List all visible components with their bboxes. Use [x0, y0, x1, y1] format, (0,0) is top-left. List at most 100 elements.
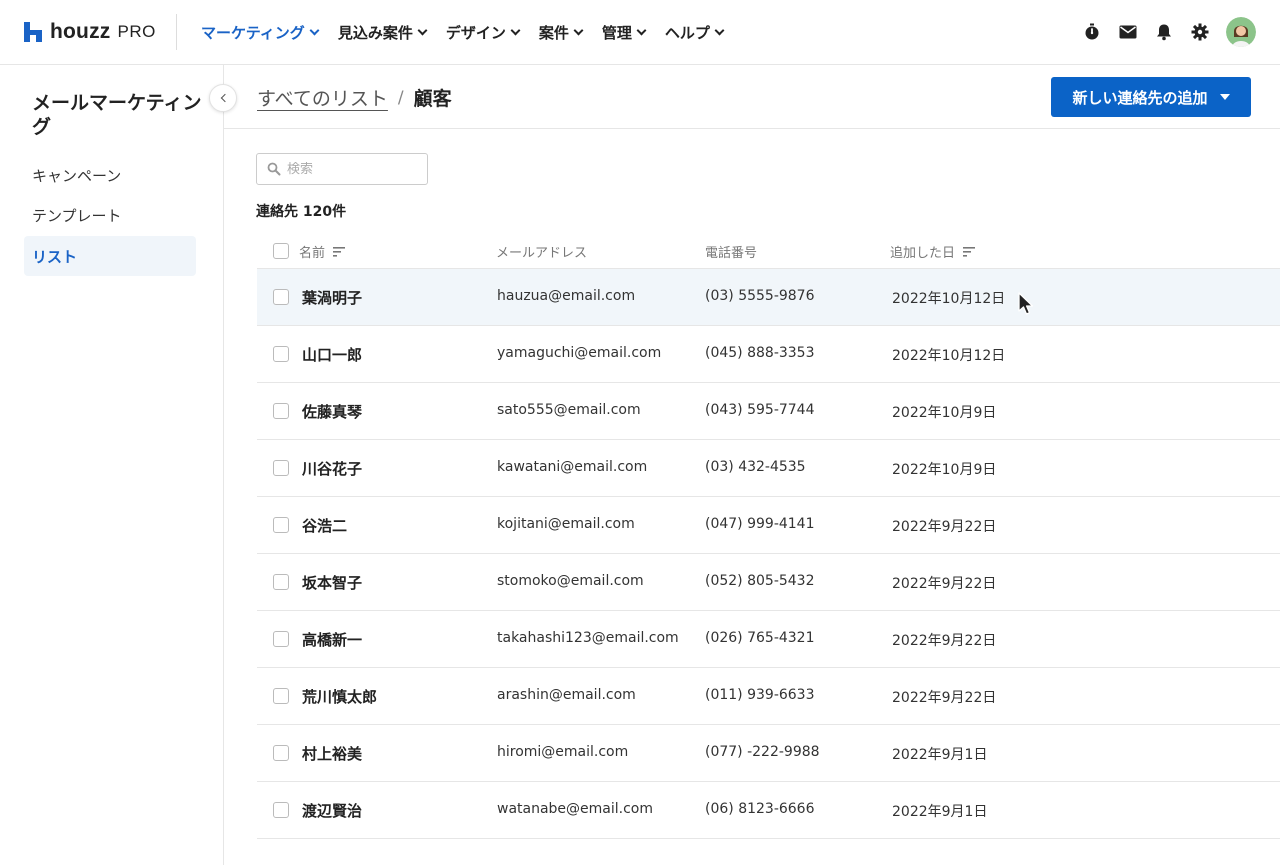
contact-phone: (026) 765-4321: [705, 630, 815, 646]
column-header-label: 追加した日: [890, 246, 956, 261]
contact-name[interactable]: 山口一郎: [302, 344, 362, 365]
contact-date-added: 2022年10月9日: [892, 462, 997, 478]
nav-item-leads[interactable]: 見込み案件: [338, 0, 428, 64]
contact-email: yamaguchi@email.com: [497, 345, 662, 361]
contact-name[interactable]: 高橋新一: [302, 629, 362, 650]
contact-name[interactable]: 佐藤真琴: [302, 401, 362, 422]
contact-phone: (043) 595-7744: [705, 402, 815, 418]
contact-name[interactable]: 谷浩二: [302, 515, 347, 536]
row-checkbox[interactable]: [273, 631, 289, 647]
table-body: 葉渦明子 hauzua@email.com (03) 5555-9876 2022年1…: [257, 269, 1280, 839]
row-checkbox[interactable]: [273, 517, 289, 533]
contact-phone: (052) 805-5432: [705, 573, 815, 589]
contact-name[interactable]: 坂本智子: [302, 572, 362, 593]
row-checkbox[interactable]: [273, 574, 289, 590]
contact-email: watanabe@email.com: [497, 801, 654, 817]
column-header-email: メールアドレス: [496, 242, 587, 261]
chevron-down-icon: [510, 25, 521, 35]
sort-icon[interactable]: [963, 246, 976, 257]
add-contact-button-label: 新しい連絡先の追加: [1072, 88, 1208, 107]
stopwatch-icon[interactable]: [1082, 22, 1102, 42]
row-checkbox[interactable]: [273, 688, 289, 704]
contact-phone: (077) -222-9988: [705, 744, 820, 760]
nav-item-label: デザイン: [445, 23, 506, 42]
gear-icon[interactable]: [1190, 22, 1210, 42]
search-input[interactable]: [287, 161, 417, 177]
contact-date-added: 2022年9月1日: [892, 747, 988, 763]
sort-icon[interactable]: [333, 246, 346, 257]
collapse-sidebar-button[interactable]: [209, 84, 237, 112]
sidebar-item-templates[interactable]: テンプレート: [24, 195, 196, 235]
top-navigation-bar: houzz PRO マーケティング 見込み案件 デザイン 案件 管理 ヘルプ: [0, 0, 1280, 65]
table-row[interactable]: 川谷花子 kawatani@email.com (03) 432-4535 2022年…: [257, 440, 1280, 497]
logo-suffix: PRO: [117, 22, 156, 41]
nav-item-marketing[interactable]: マーケティング: [201, 0, 320, 64]
contact-name[interactable]: 村上裕美: [302, 743, 362, 764]
row-checkbox[interactable]: [273, 460, 289, 476]
row-checkbox[interactable]: [273, 745, 289, 761]
contact-email: kawatani@email.com: [497, 459, 648, 475]
nav-item-label: 案件: [538, 23, 569, 42]
contact-phone: (03) 432-4535: [705, 459, 806, 475]
table-row[interactable]: 坂本智子 stomoko@email.com (052) 805-5432 2022年…: [257, 554, 1280, 611]
add-contact-button[interactable]: 新しい連絡先の追加: [1051, 77, 1251, 117]
row-checkbox[interactable]: [273, 346, 289, 362]
nav-item-design[interactable]: デザイン: [445, 0, 521, 64]
main-nav: マーケティング 見込み案件 デザイン 案件 管理 ヘルプ: [201, 0, 743, 64]
column-header-date[interactable]: 追加した日: [890, 242, 976, 261]
table-row[interactable]: 谷浩二 kojitani@email.com (047) 999-4141 2022年…: [257, 497, 1280, 554]
table-row[interactable]: 佐藤真琴 sato555@email.com (043) 595-7744 2022年…: [257, 383, 1280, 440]
houzz-logo-icon: [24, 22, 42, 42]
select-all-checkbox[interactable]: [273, 243, 289, 259]
chevron-left-icon: [220, 93, 229, 103]
contact-email: stomoko@email.com: [497, 573, 644, 589]
chevron-down-icon: [636, 25, 647, 35]
row-checkbox[interactable]: [273, 802, 289, 818]
sidebar-item-campaigns[interactable]: キャンペーン: [24, 155, 196, 195]
contact-date-added: 2022年9月22日: [892, 690, 997, 706]
contact-date-added: 2022年9月1日: [892, 804, 988, 820]
column-header-label: 名前: [299, 246, 326, 261]
nav-item-label: ヘルプ: [664, 23, 710, 42]
table-row[interactable]: 村上裕美 hiromi@email.com (077) -222-9988 2022年…: [257, 725, 1280, 782]
sidebar: メールマーケティング キャンペーン テンプレート リスト: [0, 65, 224, 865]
table-row[interactable]: 高橋新一 takahashi123@email.com (026) 765-4321…: [257, 611, 1280, 668]
column-header-label: メールアドレス: [496, 246, 588, 261]
contact-name[interactable]: 荒川慎太郎: [302, 686, 377, 707]
houzz-pro-logo[interactable]: houzz PRO: [24, 18, 156, 46]
contact-name[interactable]: 葉渦明子: [302, 287, 362, 308]
bell-icon[interactable]: [1154, 22, 1174, 42]
contact-date-added: 2022年10月12日: [892, 348, 1006, 364]
row-checkbox[interactable]: [273, 403, 289, 419]
contact-email: hauzua@email.com: [497, 288, 636, 304]
table-row[interactable]: 山口一郎 yamaguchi@email.com (045) 888-3353 202…: [257, 326, 1280, 383]
chevron-down-icon: [309, 25, 320, 35]
contact-phone: (047) 999-4141: [705, 516, 815, 532]
sidebar-title: メールマーケティング: [32, 92, 202, 138]
sidebar-item-lists[interactable]: リスト: [24, 236, 196, 276]
contact-phone: (06) 8123-6666: [705, 801, 815, 817]
nav-item-admin[interactable]: 管理: [602, 0, 647, 64]
mail-icon[interactable]: [1118, 22, 1138, 42]
contact-name[interactable]: 渡辺賢治: [302, 800, 362, 821]
main-content: すべてのリスト / 顧客 新しい連絡先の追加 連絡先 120件 名前 メールアド…: [224, 65, 1280, 865]
sidebar-item-label: キャンペーン: [32, 166, 122, 185]
contact-email: hiromi@email.com: [497, 744, 629, 760]
nav-item-help[interactable]: ヘルプ: [664, 0, 725, 64]
table-row[interactable]: 荒川慎太郎 arashin@email.com (011) 939-6633 2022…: [257, 668, 1280, 725]
contact-phone: (03) 5555-9876: [705, 288, 815, 304]
breadcrumb-all-lists-link[interactable]: すべてのリスト: [257, 84, 388, 111]
nav-item-projects[interactable]: 案件: [538, 0, 584, 64]
chevron-down-icon: [714, 25, 725, 35]
contact-date-added: 2022年9月22日: [892, 519, 997, 535]
contact-count: 連絡先 120件: [256, 204, 347, 220]
caret-down-icon: [1219, 94, 1230, 100]
contact-name[interactable]: 川谷花子: [302, 458, 362, 479]
table-row[interactable]: 渡辺賢治 watanabe@email.com (06) 8123-6666 2022…: [257, 782, 1280, 839]
column-header-label: 電話番号: [705, 246, 758, 261]
breadcrumb: すべてのリスト / 顧客: [257, 84, 452, 111]
column-header-name[interactable]: 名前: [299, 242, 346, 261]
row-checkbox[interactable]: [273, 289, 289, 305]
table-row[interactable]: 葉渦明子 hauzua@email.com (03) 5555-9876 2022年1…: [257, 269, 1280, 326]
avatar[interactable]: [1226, 17, 1256, 47]
